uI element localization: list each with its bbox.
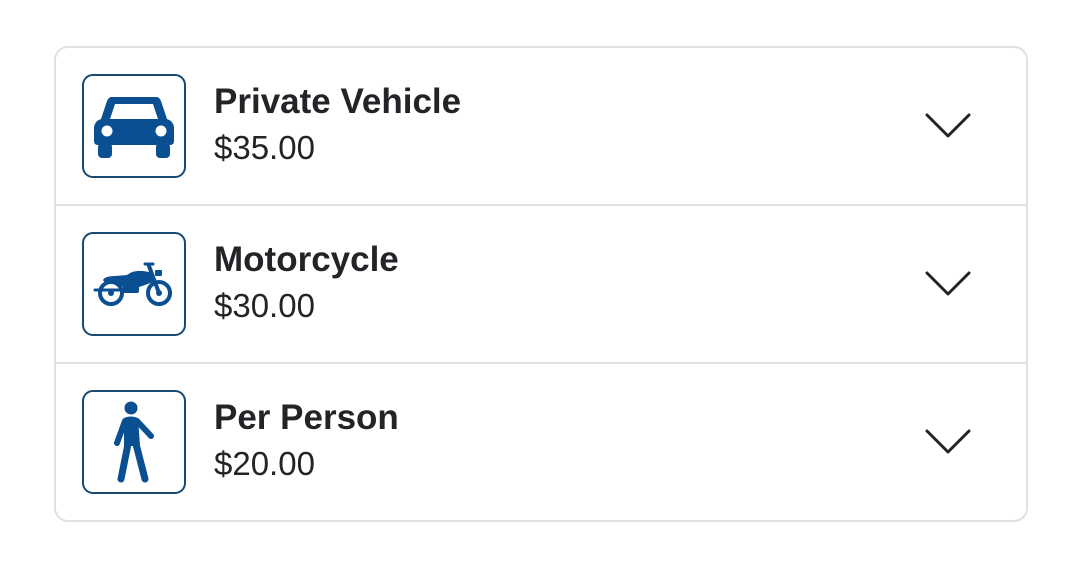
fee-text: Motorcycle $30.00 xyxy=(214,238,399,330)
pedestrian-icon xyxy=(82,390,186,494)
chevron-down-icon[interactable] xyxy=(925,112,971,140)
fee-label: Private Vehicle xyxy=(214,82,462,121)
motorcycle-icon xyxy=(82,232,186,336)
chevron-down-icon[interactable] xyxy=(925,428,971,456)
fee-label: Per Person xyxy=(214,398,399,437)
fee-row-private-vehicle[interactable]: Private Vehicle $35.00 xyxy=(56,48,1026,206)
fee-price: $35.00 xyxy=(214,129,315,166)
fee-price: $20.00 xyxy=(214,445,315,482)
chevron-down-icon[interactable] xyxy=(925,270,971,298)
fee-label: Motorcycle xyxy=(214,240,399,279)
fee-price: $30.00 xyxy=(214,287,315,324)
fee-row-motorcycle[interactable]: Motorcycle $30.00 xyxy=(56,206,1026,364)
fee-text: Private Vehicle $35.00 xyxy=(214,80,461,172)
car-icon xyxy=(82,74,186,178)
fee-text: Per Person $20.00 xyxy=(214,396,399,488)
entrance-fees-card: Private Vehicle $35.00 Motorcycle $30.00… xyxy=(54,46,1028,522)
fee-row-per-person[interactable]: Per Person $20.00 xyxy=(56,364,1026,520)
